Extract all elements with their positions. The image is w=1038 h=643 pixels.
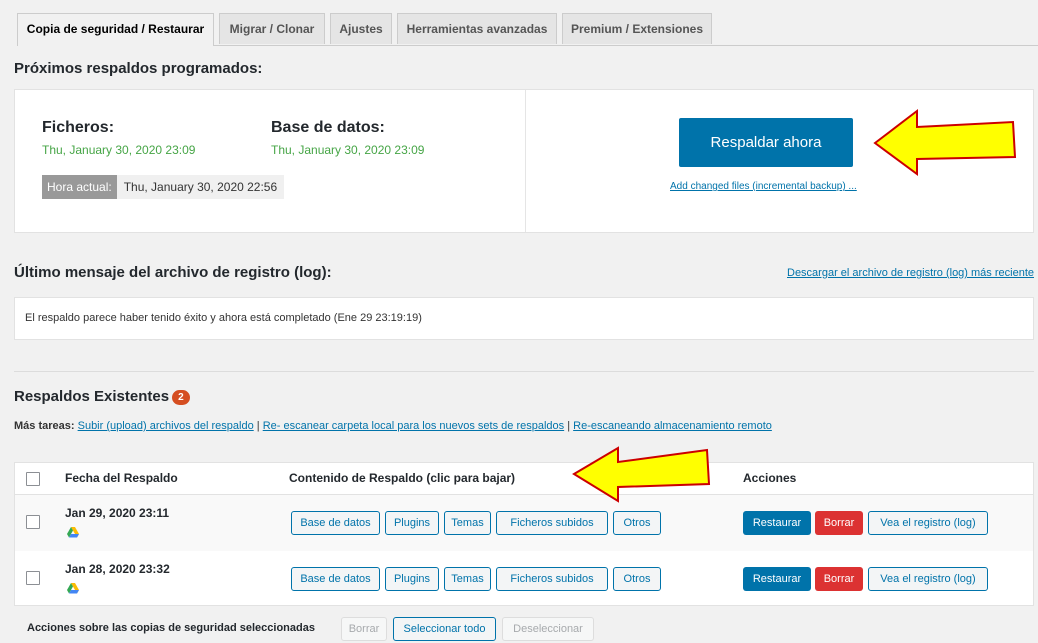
download-log-link[interactable]: Descargar el archivo de registro (log) m…	[787, 267, 1034, 279]
table-header: Fecha del Respaldo Contenido de Respaldo…	[15, 463, 1033, 495]
download-uploads-button[interactable]: Ficheros subidos	[496, 511, 608, 535]
tab-premium-extensions[interactable]: Premium / Extensiones	[562, 13, 712, 44]
download-database-button[interactable]: Base de datos	[291, 511, 380, 535]
download-others-button[interactable]: Otros	[613, 567, 661, 591]
scheduled-divider	[525, 90, 526, 232]
database-label: Base de datos:	[271, 119, 385, 136]
select-all-button[interactable]: Seleccionar todo	[393, 617, 496, 641]
log-title: Último mensaje del archivo de registro (…	[14, 264, 332, 281]
more-tasks-label: Más tareas:	[14, 420, 75, 432]
view-log-button[interactable]: Vea el registro (log)	[868, 567, 988, 591]
backups-table: Fecha del Respaldo Contenido de Respaldo…	[14, 462, 1034, 606]
download-plugins-button[interactable]: Plugins	[385, 567, 439, 591]
row-checkbox[interactable]	[26, 571, 40, 585]
download-plugins-button[interactable]: Plugins	[385, 511, 439, 535]
delete-button[interactable]: Borrar	[815, 511, 863, 535]
col-actions-header: Acciones	[743, 471, 797, 485]
existing-backups-label: Respaldos Existentes	[14, 388, 170, 405]
table-row: Jan 28, 2020 23:32 Base de datos Plugins…	[15, 551, 1033, 607]
upload-backup-files-link[interactable]: Subir (upload) archivos del respaldo	[78, 420, 254, 432]
tab-settings[interactable]: Ajustes	[330, 13, 392, 44]
rescan-remote-link[interactable]: Re-escaneando almacenamiento remoto	[573, 420, 772, 432]
restore-button[interactable]: Restaurar	[743, 567, 811, 591]
scheduled-title: Próximos respaldos programados:	[14, 60, 263, 77]
arrow-annotation-2	[572, 446, 711, 503]
backup-count-badge: 2	[172, 390, 190, 405]
separator: |	[256, 420, 260, 432]
download-others-button[interactable]: Otros	[613, 511, 661, 535]
log-message-box: El respaldo parece haber tenido éxito y …	[14, 297, 1034, 340]
tab-advanced-tools[interactable]: Herramientas avanzadas	[397, 13, 557, 44]
current-time-value: Thu, January 30, 2020 22:56	[116, 175, 285, 199]
backup-date: Jan 28, 2020 23:32	[65, 562, 170, 576]
files-next-date: Thu, January 30, 2020 23:09	[42, 143, 196, 157]
download-themes-button[interactable]: Temas	[444, 511, 491, 535]
google-drive-icon	[67, 583, 79, 594]
tab-backup-restore[interactable]: Copia de seguridad / Restaurar	[17, 13, 214, 46]
section-divider	[14, 371, 1034, 372]
restore-button[interactable]: Restaurar	[743, 511, 811, 535]
google-drive-icon	[67, 527, 79, 538]
more-tasks: Más tareas: Subir (upload) archivos del …	[14, 420, 772, 432]
deselect-button: Deseleccionar	[502, 617, 594, 641]
rescan-local-link[interactable]: Re- escanear carpeta local para los nuev…	[263, 420, 564, 432]
log-message: El respaldo parece haber tenido éxito y …	[25, 312, 422, 324]
download-database-button[interactable]: Base de datos	[291, 567, 380, 591]
select-all-checkbox[interactable]	[26, 472, 40, 486]
col-date-header: Fecha del Respaldo	[65, 471, 178, 485]
existing-backups-title: Respaldos Existentes 2	[14, 388, 190, 405]
download-uploads-button[interactable]: Ficheros subidos	[496, 567, 608, 591]
separator: |	[567, 420, 571, 432]
col-content-header: Contenido de Respaldo (clic para bajar)	[289, 471, 516, 485]
arrow-annotation-1	[873, 108, 1017, 176]
incremental-backup-link[interactable]: Add changed files (incremental backup) .…	[670, 181, 857, 192]
row-checkbox[interactable]	[26, 515, 40, 529]
current-time-label: Hora actual:	[42, 175, 117, 199]
current-time: Hora actual: Thu, January 30, 2020 22:56	[42, 175, 285, 199]
download-themes-button[interactable]: Temas	[444, 567, 491, 591]
tab-migrate-clone[interactable]: Migrar / Clonar	[219, 13, 325, 44]
bulk-actions-label: Acciones sobre las copias de seguridad s…	[27, 622, 315, 634]
view-log-button[interactable]: Vea el registro (log)	[868, 511, 988, 535]
backup-date: Jan 29, 2020 23:11	[65, 506, 170, 520]
table-row: Jan 29, 2020 23:11 Base de datos Plugins…	[15, 495, 1033, 551]
delete-button[interactable]: Borrar	[815, 567, 863, 591]
backup-now-button[interactable]: Respaldar ahora	[679, 118, 853, 167]
bulk-delete-button: Borrar	[341, 617, 387, 641]
database-next-date: Thu, January 30, 2020 23:09	[271, 143, 425, 157]
files-label: Ficheros:	[42, 119, 115, 136]
